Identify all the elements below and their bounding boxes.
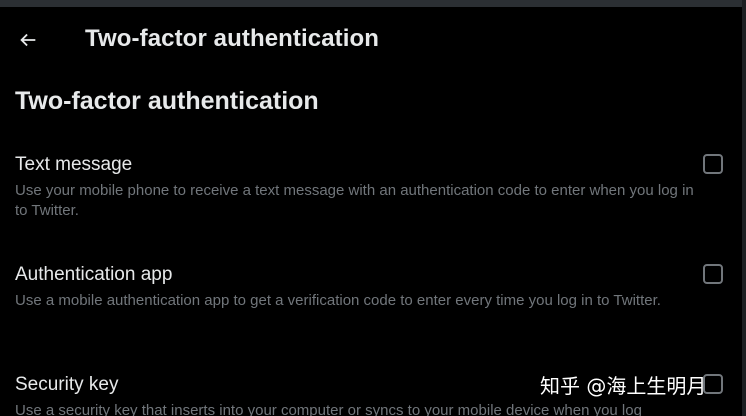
option-label: Authentication app [15, 264, 173, 285]
option-authentication-app[interactable]: Authentication app Use a mobile authenti… [15, 264, 727, 334]
option-description: Use a mobile authentication app to get a… [15, 292, 661, 309]
option-label: Security key [15, 374, 119, 395]
authentication-app-checkbox[interactable] [703, 264, 723, 284]
watermark: 知乎 @海上生明月 [540, 374, 707, 398]
option-text-message[interactable]: Text message Use your mobile phone to re… [15, 154, 727, 224]
window-top-border [0, 0, 746, 7]
page-header: Two-factor authentication [0, 7, 742, 73]
scrollbar-track[interactable] [742, 0, 746, 416]
arrow-left-icon [20, 33, 36, 47]
text-message-checkbox[interactable] [703, 154, 723, 174]
page-title: Two-factor authentication [85, 25, 380, 52]
option-label: Text message [15, 154, 133, 175]
option-description: Use your mobile phone to receive a text … [15, 182, 694, 219]
option-description: Use a security key that inserts into you… [15, 402, 642, 416]
back-button[interactable] [12, 24, 44, 56]
section-heading: Two-factor authentication [15, 87, 319, 115]
